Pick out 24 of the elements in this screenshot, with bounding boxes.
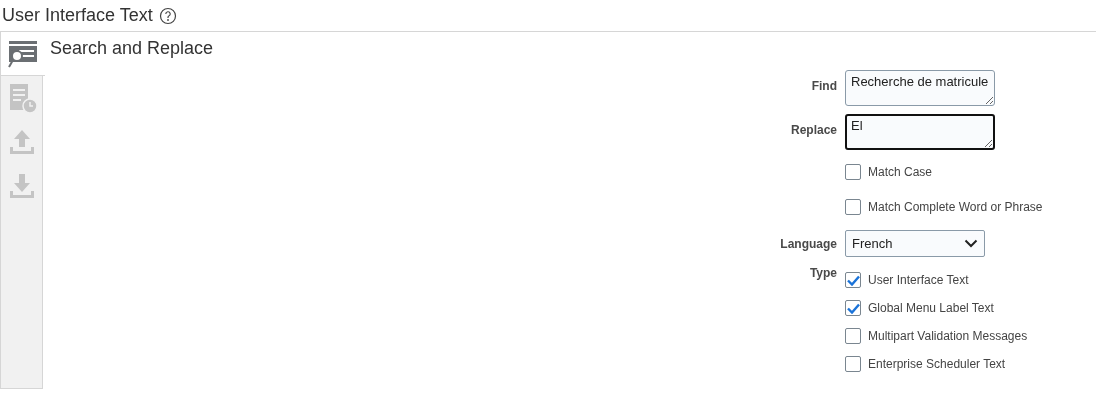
checkbox[interactable]: [845, 300, 861, 316]
checkbox-label: User Interface Text: [868, 273, 969, 287]
field-label: Replace: [790, 123, 837, 137]
checkbox[interactable]: [845, 164, 861, 180]
checkbox[interactable]: [845, 356, 861, 372]
field-label: Find: [811, 79, 837, 93]
checkbox-label: Global Menu Label Text: [868, 301, 994, 315]
chevron-down-icon: [964, 239, 978, 248]
language-select[interactable]: French: [845, 230, 985, 257]
field-label: Language: [780, 237, 837, 251]
checkbox-label: Match Case: [868, 165, 933, 179]
checkbox-label: Multipart Validation Messages: [868, 329, 1028, 343]
help-icon[interactable]: [158, 6, 177, 25]
checkbox[interactable]: [845, 328, 861, 344]
panel-title: Search and Replace: [50, 38, 214, 59]
checkbox[interactable]: [845, 272, 861, 288]
checkbox-label: Enterprise Scheduler Text: [868, 357, 1006, 371]
page-title: User Interface Text: [2, 5, 153, 26]
checkbox-label: Match Complete Word or Phrase: [868, 200, 1043, 214]
find-field[interactable]: Recherche de matricule: [845, 70, 995, 106]
field-label: Type: [809, 266, 837, 280]
checkbox[interactable]: [845, 199, 861, 215]
replace-field[interactable]: El: [845, 114, 995, 150]
side-tab[interactable]: [1, 32, 45, 76]
